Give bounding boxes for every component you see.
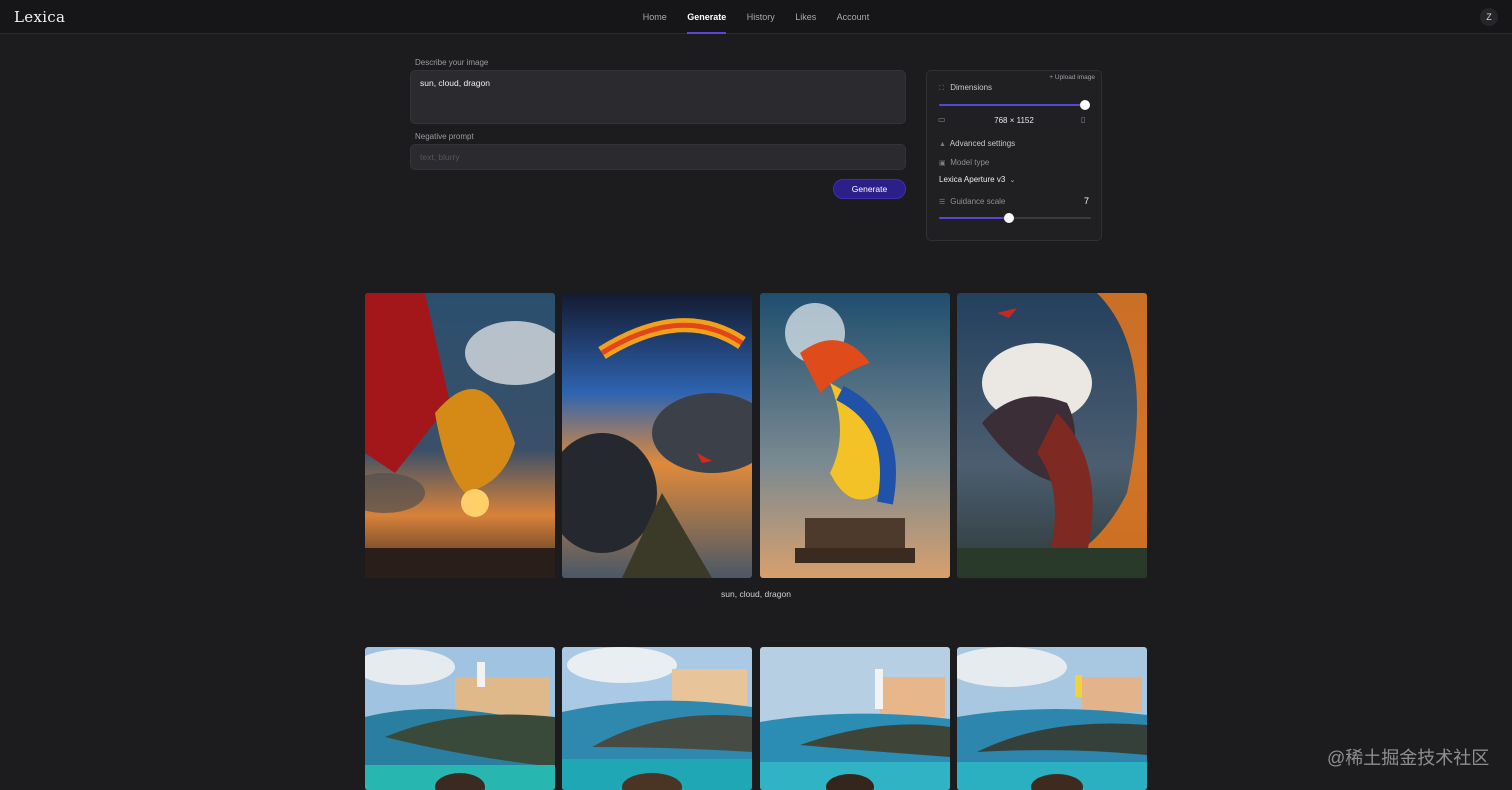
- nav-account[interactable]: Account: [837, 0, 870, 34]
- nav-likes[interactable]: Likes: [795, 0, 816, 34]
- result-image-dragon-on-pedestal[interactable]: [760, 293, 950, 578]
- top-bar: Lexica Home Generate History Likes Accou…: [0, 0, 1512, 34]
- chevron-down-icon: ⌄: [1007, 177, 1016, 184]
- generate-button[interactable]: Generate: [833, 179, 906, 199]
- watermark: @稀土掘金技术社区: [1327, 748, 1490, 768]
- guidance-scale-value: 7: [1083, 196, 1089, 206]
- cube-icon: ▣: [939, 160, 946, 167]
- dimensions-value: 768 × 1152: [994, 116, 1034, 125]
- settings-panel: + Upload image ⛶ Dimensions ▭ 768 × 1152…: [926, 70, 1102, 241]
- result-image-coastal-town-3[interactable]: [760, 647, 950, 790]
- guidance-slider-handle[interactable]: [1003, 213, 1014, 223]
- upload-image-button[interactable]: + Upload image: [1049, 74, 1095, 81]
- result-image-coastal-town-4[interactable]: [957, 647, 1147, 790]
- nav-generate[interactable]: Generate: [687, 0, 727, 34]
- model-select[interactable]: Lexica Aperture v3 ⌄: [939, 175, 1015, 184]
- expand-icon: ⛶: [939, 85, 944, 92]
- dimensions-label: Dimensions: [950, 83, 993, 92]
- negative-prompt-input[interactable]: text, blurry: [410, 144, 906, 170]
- dimensions-slider[interactable]: [939, 100, 1090, 110]
- result-caption: sun, cloud, dragon: [721, 589, 791, 599]
- dimensions-slider-fill: [939, 104, 1085, 106]
- advanced-settings-label: Advanced settings: [949, 139, 1016, 148]
- triangle-up-icon: ▲: [939, 141, 946, 148]
- portrait-image-icon[interactable]: ▯: [1081, 115, 1085, 124]
- dimensions-slider-handle[interactable]: [1080, 100, 1090, 110]
- model-select-value: Lexica Aperture v3: [939, 175, 1006, 184]
- dimensions-row: ⛶ Dimensions: [939, 83, 992, 93]
- result-image-coastal-town-2[interactable]: [562, 647, 752, 790]
- model-type-row: ▣ Model type: [939, 158, 989, 167]
- guidance-scale-row: ☰ Guidance scale: [939, 197, 1005, 206]
- result-image-coastal-town-1[interactable]: [365, 647, 555, 790]
- guidance-scale-label: Guidance scale: [950, 197, 1006, 206]
- prompt-textarea[interactable]: sun, cloud, dragon: [410, 70, 906, 124]
- nav-home[interactable]: Home: [643, 0, 667, 34]
- guidance-slider-fill: [939, 217, 1009, 219]
- result-image-dragon-sunset[interactable]: [365, 293, 555, 578]
- guidance-scale-slider[interactable]: [939, 213, 1091, 223]
- avatar[interactable]: Z: [1480, 8, 1498, 26]
- main-nav: Home Generate History Likes Account: [0, 0, 1512, 34]
- result-image-dragon-fire-cliff[interactable]: [957, 293, 1147, 578]
- negative-prompt-label: Negative prompt: [415, 132, 474, 141]
- nav-history[interactable]: History: [747, 0, 775, 34]
- advanced-settings-toggle[interactable]: ▲ Advanced settings: [939, 139, 1015, 148]
- prompt-label: Describe your image: [415, 58, 489, 67]
- model-type-label: Model type: [950, 158, 990, 167]
- result-image-rainbow-mountain[interactable]: [562, 293, 752, 578]
- sliders-icon: ☰: [939, 199, 946, 206]
